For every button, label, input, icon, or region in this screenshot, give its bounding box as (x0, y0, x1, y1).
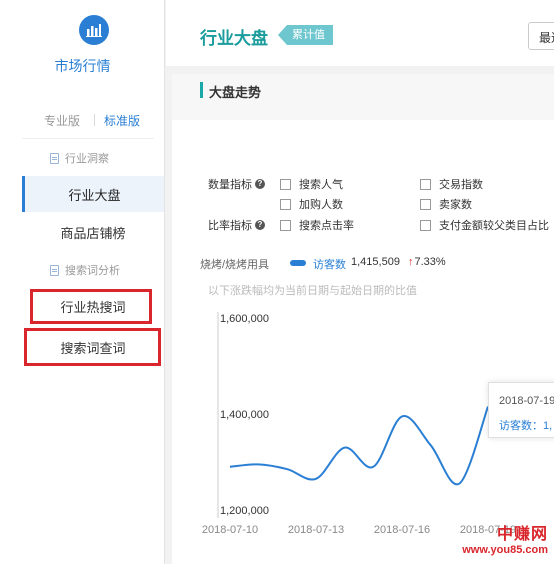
site-watermark: 中赚网 www.you85.com (458, 520, 554, 564)
y-tick-label: 1,600,000 (220, 313, 269, 325)
tooltip-metric: 访客数：1, (499, 420, 553, 432)
checkbox-box[interactable] (280, 198, 291, 210)
date-range-button[interactable]: 最近 (528, 22, 554, 50)
x-tick-label: 2018-07-13 (288, 524, 344, 536)
watermark-url: www.you85.com (462, 544, 548, 556)
sidebar-item-label: 商品店铺榜 (60, 225, 126, 241)
y-tick-label: 1,400,000 (220, 409, 269, 421)
quantity-metrics-label: 数量指标 ? (208, 176, 265, 192)
sidebar-item-product-shop-rank[interactable]: 商品店铺榜 (22, 214, 164, 250)
sidebar-item-hot-search-words[interactable]: 行业热搜词 (22, 288, 164, 324)
edition-divider (94, 114, 95, 126)
section-accent (200, 82, 203, 98)
group-industry-insight: 行业洞察 (50, 150, 109, 166)
brand-title: 市场行情 (54, 58, 111, 74)
page-header: 行业大盘 累计值 最近 (166, 0, 554, 66)
data-point[interactable] (256, 461, 262, 467)
watermark-logo-text: 中赚网 (496, 526, 548, 543)
cumulative-badge: 累计值 (278, 25, 333, 45)
checkbox-box[interactable] (420, 178, 431, 190)
category-label: 烧烤/烧烤用具 (200, 259, 270, 271)
checkbox-add-to-cart[interactable]: 加购人数 (280, 196, 343, 212)
document-icon (50, 264, 59, 276)
sidebar-divider (22, 138, 154, 139)
legend-series-name[interactable]: 访客数 (313, 256, 346, 272)
legend-value: 1,415,509 (351, 256, 400, 268)
checkbox-box[interactable] (420, 219, 431, 231)
bar-chart-icon (79, 15, 109, 45)
sidebar-item-search-word-lookup[interactable]: 搜索词查词 (22, 329, 164, 365)
arrow-up-icon: ↑ (408, 256, 414, 268)
question-icon[interactable]: ? (255, 220, 265, 230)
section-title: 大盘走势 (209, 85, 262, 100)
data-point[interactable] (342, 445, 348, 451)
checkbox-seller-count[interactable]: 卖家数 (420, 196, 472, 212)
sidebar-item-label: 行业热搜词 (60, 299, 126, 315)
checkbox-search-popularity[interactable]: 搜索人气 (280, 176, 343, 192)
checkbox-trade-index[interactable]: 交易指数 (420, 176, 483, 192)
checkbox-search-ctr[interactable]: 搜索点击率 (280, 217, 354, 233)
x-tick-label: 2018-07-16 (374, 524, 430, 536)
ratio-metrics-label: 比率指标 ? (208, 217, 265, 233)
data-point[interactable] (456, 481, 462, 487)
checkbox-box[interactable] (280, 219, 291, 231)
sidebar: 市场行情 专业版 标准版 行业洞察 行业大盘 商品店铺榜 搜索词分析 行业热搜词… (0, 0, 165, 564)
x-tick-label: 2018-07-10 (202, 524, 258, 536)
data-point[interactable] (428, 442, 434, 448)
checkbox-box[interactable] (420, 198, 431, 210)
edition-pro[interactable]: 专业版 (44, 112, 80, 129)
data-point[interactable] (313, 476, 319, 482)
document-icon (50, 152, 59, 164)
data-point[interactable] (284, 466, 290, 472)
edition-switch: 专业版 标准版 (0, 110, 165, 130)
tooltip-date: 2018-07-19 (499, 395, 554, 407)
edition-standard[interactable]: 标准版 (104, 112, 140, 129)
group-title: 行业洞察 (65, 153, 109, 165)
sidebar-item-label: 搜索词查词 (60, 340, 126, 356)
group-title: 搜索词分析 (65, 265, 120, 277)
data-point[interactable] (399, 413, 405, 419)
legend-change: ↑ 7.33% (408, 256, 446, 268)
page-title: 行业大盘 (200, 29, 268, 48)
section-header: 大盘走势 (172, 74, 554, 120)
legend-swatch[interactable] (290, 260, 306, 266)
sidebar-item-label: 行业大盘 (68, 187, 121, 203)
y-tick-label: 1,200,000 (220, 505, 269, 517)
sidebar-item-industry-overview[interactable]: 行业大盘 (22, 176, 164, 212)
checkbox-payment-share[interactable]: 支付金额较父类目占比 (420, 217, 549, 233)
data-point[interactable] (370, 464, 376, 470)
chart-tooltip: 2018-07-19 访客数：1, (488, 382, 554, 438)
data-point[interactable] (227, 464, 233, 470)
checkbox-box[interactable] (280, 178, 291, 190)
question-icon[interactable]: ? (255, 179, 265, 189)
group-search-analysis: 搜索词分析 (50, 262, 120, 278)
